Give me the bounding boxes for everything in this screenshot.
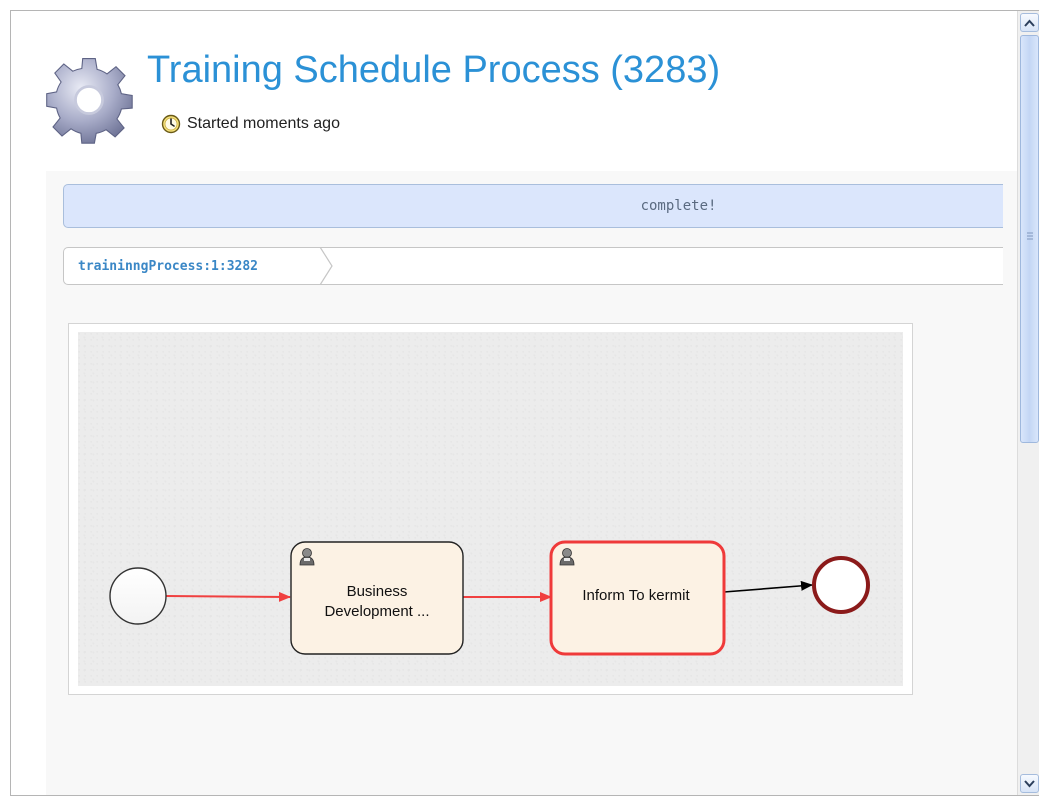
flow-task2-to-end xyxy=(723,580,813,593)
scroll-up-button[interactable] xyxy=(1020,13,1039,32)
scroll-up-arrow-icon xyxy=(1024,19,1035,27)
page-title: Training Schedule Process (3283) xyxy=(147,49,721,91)
task-label: Business xyxy=(347,583,408,600)
diagram-svg: Business Development ... Inform To kermi… xyxy=(109,540,870,656)
process-panel: complete! traininngProcess:1:3282 Busine… xyxy=(46,171,1017,795)
clock-icon xyxy=(161,114,181,134)
breadcrumb: traininngProcess:1:3282 xyxy=(63,247,1003,285)
started-info: Started moments ago xyxy=(161,112,340,136)
status-text: complete! xyxy=(640,198,717,214)
scroll-down-arrow-icon xyxy=(1024,779,1035,787)
gear-icon xyxy=(46,58,133,144)
scroll-thumb[interactable] xyxy=(1020,35,1039,443)
process-window: Training Schedule Process (3283) Started… xyxy=(10,10,1039,796)
vertical-scrollbar[interactable] xyxy=(1017,11,1039,795)
task-label: Inform To kermit xyxy=(582,587,690,604)
task-label: Development ... xyxy=(324,603,429,620)
content-area: Training Schedule Process (3283) Started… xyxy=(11,11,1017,795)
start-event[interactable] xyxy=(109,567,167,625)
breadcrumb-chevron-icon xyxy=(319,247,333,285)
end-event[interactable] xyxy=(812,556,870,614)
scroll-grip-icon xyxy=(1027,232,1033,240)
diagram-canvas: Business Development ... Inform To kermi… xyxy=(78,332,903,686)
breadcrumb-item-process-definition[interactable]: traininngProcess:1:3282 xyxy=(78,259,258,274)
scroll-down-button[interactable] xyxy=(1020,774,1039,793)
process-diagram: Business Development ... Inform To kermi… xyxy=(68,323,913,695)
flow-start-to-task1 xyxy=(165,591,291,602)
started-text: Started moments ago xyxy=(187,115,340,132)
status-bar: complete! xyxy=(63,184,1003,228)
